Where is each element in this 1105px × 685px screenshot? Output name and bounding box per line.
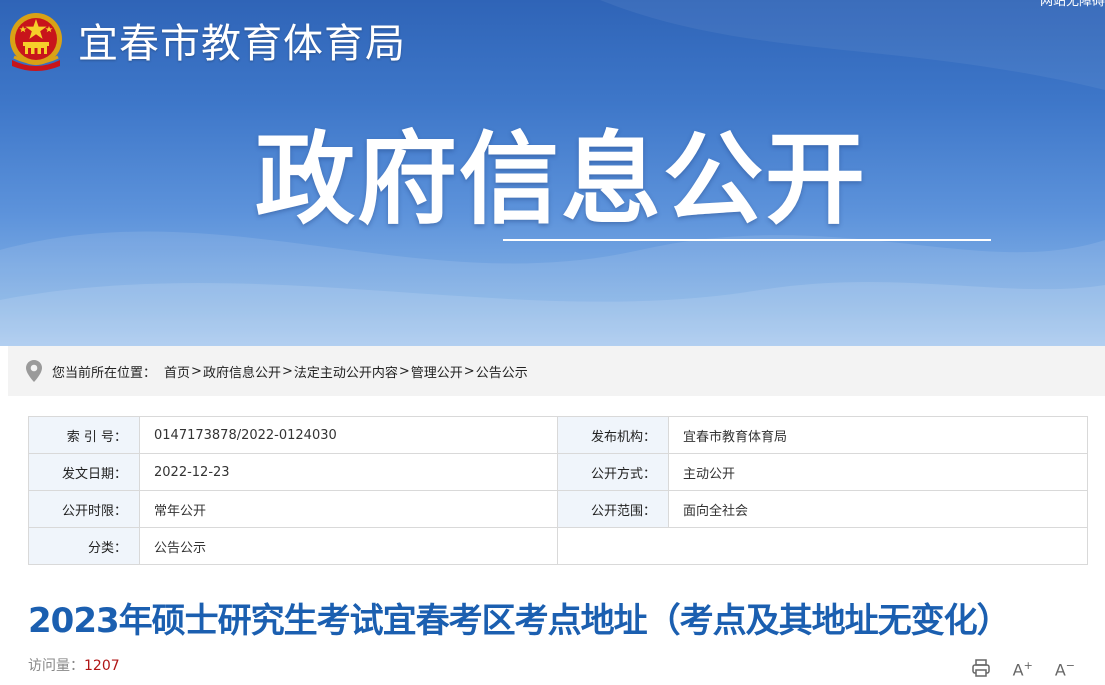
disclosure-period-label: 公开时限：: [28, 490, 140, 528]
breadcrumb-separator: >: [281, 363, 293, 379]
breadcrumb-management[interactable]: 管理公开: [411, 362, 463, 381]
breadcrumb-separator: >: [191, 363, 202, 379]
site-name[interactable]: 宜春市教育体育局: [78, 20, 406, 68]
breadcrumb-label: 您当前所在位置：: [52, 365, 157, 381]
disclosure-period-value: 常年公开: [139, 490, 558, 528]
location-pin-icon: [26, 360, 42, 382]
font-decrease-icon[interactable]: A−: [1055, 656, 1075, 680]
accessibility-link[interactable]: 网站无障碍: [1040, 0, 1105, 10]
header-banner: 宜春市教育体育局 网站无障碍 政府信息公开: [0, 0, 1105, 346]
table-row: 分类： 公告公示: [28, 527, 1088, 565]
table-row: 公开时限： 常年公开 公开范围： 面向全社会: [28, 490, 1088, 528]
breadcrumb-separator: >: [463, 363, 475, 379]
issue-date-value: 2022-12-23: [139, 453, 558, 491]
table-row: 索 引 号： 0147173878/2022-0124030 发布机构： 宜春市…: [28, 416, 1088, 454]
national-emblem-icon: [10, 13, 62, 71]
breadcrumb-statutory-content[interactable]: 法定主动公开内容: [294, 362, 398, 381]
table-row: 发文日期： 2022-12-23 公开方式： 主动公开: [28, 453, 1088, 491]
breadcrumb-separator: >: [398, 363, 410, 379]
category-value: 公告公示: [139, 527, 558, 565]
visit-counter-label: 访问量：: [28, 658, 84, 674]
category-label: 分类：: [28, 527, 140, 565]
publisher-value: 宜春市教育体育局: [668, 416, 1088, 454]
disclosure-method-value: 主动公开: [668, 453, 1088, 491]
article-title: 2023年硕士研究生考试宜春考区考点地址（考点及其地址无变化）: [28, 601, 1011, 641]
print-icon[interactable]: [971, 658, 991, 678]
disclosure-scope-value: 面向全社会: [668, 490, 1088, 528]
font-increase-icon[interactable]: A+: [1013, 656, 1033, 680]
breadcrumb: 您当前所在位置： 首页 > 政府信息公开 > 法定主动公开内容 > 管理公开 >…: [8, 346, 1105, 396]
disclosure-method-label: 公开方式：: [557, 453, 669, 491]
hero-title: 政府信息公开: [255, 121, 867, 238]
visit-count: 1207: [84, 658, 120, 674]
issue-date-label: 发文日期：: [28, 453, 140, 491]
hero-underline: [503, 239, 991, 241]
index-number-value: 0147173878/2022-0124030: [139, 416, 558, 454]
breadcrumb-gov-info[interactable]: 政府信息公开: [203, 362, 281, 381]
article-tools: A+ A−: [971, 656, 1075, 680]
breadcrumb-announcements[interactable]: 公告公示: [476, 362, 528, 381]
publisher-label: 发布机构：: [557, 416, 669, 454]
empty-cell: [557, 527, 1088, 565]
document-metadata-table: 索 引 号： 0147173878/2022-0124030 发布机构： 宜春市…: [28, 416, 1088, 565]
index-number-label: 索 引 号：: [28, 416, 140, 454]
visit-counter: 访问量：1207: [28, 656, 120, 676]
breadcrumb-home[interactable]: 首页: [164, 362, 190, 381]
disclosure-scope-label: 公开范围：: [557, 490, 669, 528]
